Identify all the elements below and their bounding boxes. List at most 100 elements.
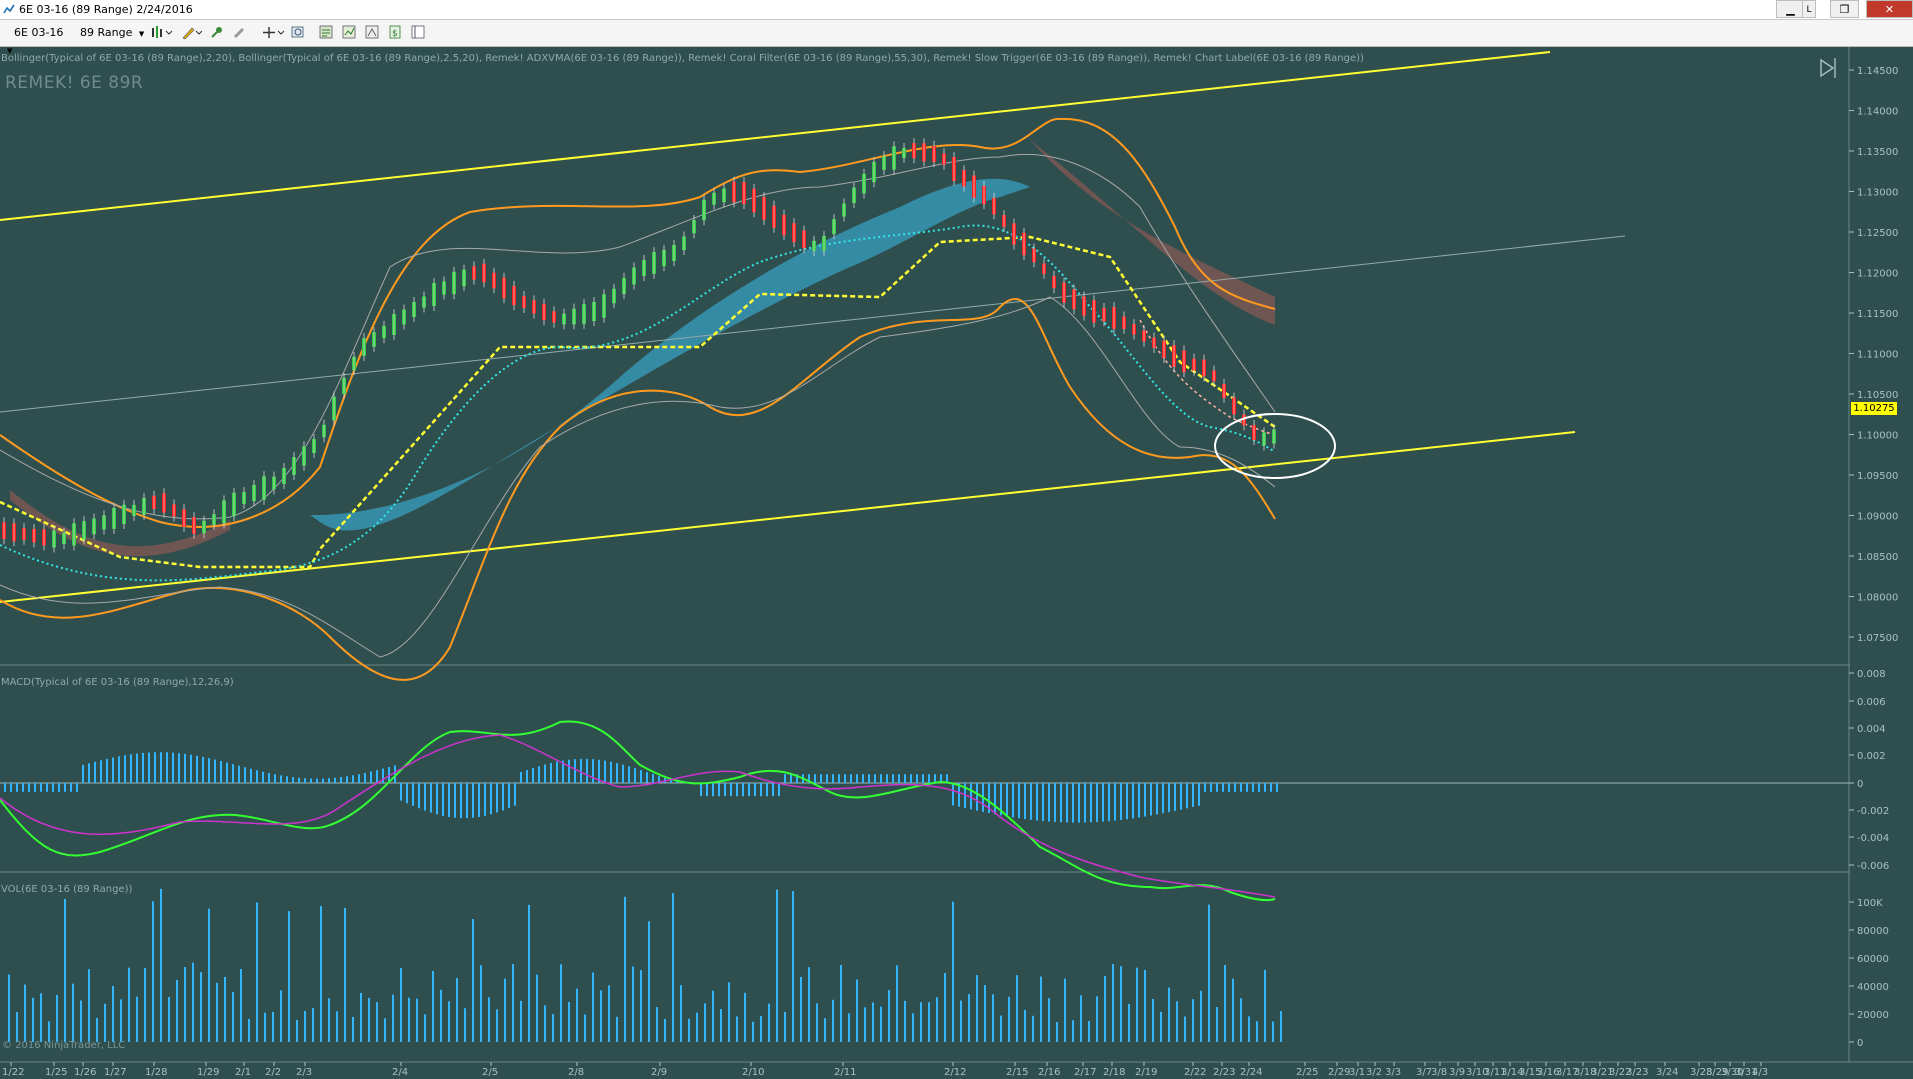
macd-histogram-bar xyxy=(886,774,888,783)
volume-bar xyxy=(952,901,954,1042)
volume-bar xyxy=(1096,996,1098,1042)
macd-histogram-bar xyxy=(88,763,90,783)
macd-histogram-bar xyxy=(70,783,72,792)
volume-bar xyxy=(128,967,130,1042)
price-tick-label: 1.12000 xyxy=(1857,269,1898,280)
macd-histogram-bar xyxy=(334,777,336,783)
volume-tick-label: 40000 xyxy=(1857,982,1889,993)
macd-histogram-bar xyxy=(1072,783,1074,823)
pencil-draw-icon[interactable] xyxy=(180,25,204,40)
indicators-icon[interactable] xyxy=(342,25,357,40)
macd-histogram-bar xyxy=(226,762,228,783)
data-box-icon[interactable]: $ xyxy=(388,25,403,40)
volume-bar xyxy=(216,982,218,1042)
macd-histogram-bar xyxy=(208,758,210,783)
volume-bar xyxy=(672,893,674,1042)
volume-bar xyxy=(488,997,490,1042)
volume-bar xyxy=(968,994,970,1042)
lower-channel-line xyxy=(0,431,1576,603)
volume-bar xyxy=(480,965,482,1042)
chart-panel[interactable]: 1.14500 1.14000 1.13500 1.13000 1.12500 1.120… xyxy=(0,47,1913,1079)
macd-histogram-bar xyxy=(952,783,954,806)
crosshair-icon[interactable] xyxy=(262,25,286,40)
macd-histogram-bar xyxy=(922,774,924,783)
volume-bar xyxy=(1024,1009,1026,1042)
macd-histogram-bar xyxy=(1216,783,1218,792)
volume-bar xyxy=(760,1016,762,1042)
macd-histogram-bar xyxy=(814,774,816,783)
macd-histogram-bar xyxy=(700,783,702,797)
volume-bar xyxy=(1144,969,1146,1042)
chart-canvas[interactable]: 1.14500 1.14000 1.13500 1.13000 1.12500 1.120… xyxy=(0,47,1913,1079)
volume-bar xyxy=(176,979,178,1042)
macd-histogram-bar xyxy=(10,783,12,792)
close-button[interactable]: ✕ xyxy=(1866,0,1913,18)
macd-histogram-bar xyxy=(1264,783,1266,792)
macd-histogram-bar xyxy=(640,770,642,783)
minimize-button[interactable]: ▁ xyxy=(1776,0,1805,18)
volume-bar xyxy=(1184,1016,1186,1042)
macd-histogram-bar xyxy=(232,764,234,783)
volume-bar xyxy=(1192,999,1194,1042)
macd-histogram-bar xyxy=(154,752,156,783)
macd-histogram-bar xyxy=(646,772,648,783)
volume-bar xyxy=(224,976,226,1042)
volume-bar xyxy=(616,1016,618,1042)
volume-bar xyxy=(240,969,242,1042)
macd-histogram-bar xyxy=(760,783,762,797)
macd-tick-label: 0.006 xyxy=(1857,697,1886,708)
restore-tab-button[interactable]: L xyxy=(1802,0,1816,18)
volume-bar xyxy=(1056,1021,1058,1042)
macd-histogram-bar xyxy=(268,773,270,783)
volume-bar xyxy=(1072,1020,1074,1042)
pin-icon[interactable] xyxy=(209,25,224,40)
zoom-icon[interactable] xyxy=(291,25,306,40)
macd-histogram-bar xyxy=(904,774,906,783)
macd-histogram-bar xyxy=(502,783,504,811)
upper-channel-line xyxy=(0,51,1551,221)
strategies-icon[interactable] xyxy=(365,25,380,40)
volume-bar xyxy=(920,1002,922,1042)
instrument-selector[interactable]: 6E 03-16 ▼ xyxy=(4,24,74,55)
volume-bar xyxy=(1016,975,1018,1042)
price-tick-label: 1.09000 xyxy=(1857,512,1898,523)
macd-histogram-bar xyxy=(574,759,576,783)
bollinger-lower-band xyxy=(0,298,1276,681)
maximize-button[interactable]: ❐ xyxy=(1830,0,1859,18)
properties-icon[interactable] xyxy=(319,25,334,40)
volume-bar xyxy=(472,919,474,1042)
macd-histogram-bar xyxy=(46,783,48,792)
date-tick-label: 2/24 xyxy=(1240,1067,1262,1078)
chart-trader-icon[interactable] xyxy=(411,25,426,40)
volume-bar xyxy=(1088,1020,1090,1042)
bar-type-icon[interactable] xyxy=(150,25,174,40)
volume-bar xyxy=(1272,1021,1274,1042)
macd-histogram-bar xyxy=(862,774,864,783)
macd-histogram-bar xyxy=(1210,783,1212,792)
interval-selector[interactable]: 89 Range ▼ xyxy=(78,24,146,41)
macd-histogram-bar xyxy=(1108,783,1110,822)
volume-bar xyxy=(1216,1007,1218,1042)
macd-histogram-bar xyxy=(196,755,198,783)
macd-histogram-bar xyxy=(1042,783,1044,822)
price-tick-label: 1.14000 xyxy=(1857,107,1898,118)
date-tick-label: 2/5 xyxy=(482,1067,498,1078)
volume-bar xyxy=(440,989,442,1042)
macd-tick-label: -0.004 xyxy=(1857,833,1889,844)
volume-bar xyxy=(976,975,978,1042)
volume-bar xyxy=(376,1002,378,1042)
volume-bar xyxy=(752,1021,754,1042)
macd-histogram-bar xyxy=(1156,783,1158,815)
eraser-icon[interactable] xyxy=(232,25,247,40)
volume-bar xyxy=(784,1011,786,1042)
window-title: 6E 03-16 (89 Range) 2/24/2016 xyxy=(19,3,193,16)
macd-histogram-bar xyxy=(418,783,420,809)
macd-histogram-bar xyxy=(106,758,108,783)
volume-bar xyxy=(280,990,282,1042)
macd-histogram-bar xyxy=(454,783,456,818)
volume-bar xyxy=(264,1012,266,1042)
macd-histogram-bar xyxy=(970,783,972,810)
macd-histogram-bar xyxy=(496,783,498,813)
macd-histogram-bar xyxy=(430,783,432,813)
volume-bar xyxy=(992,994,994,1042)
